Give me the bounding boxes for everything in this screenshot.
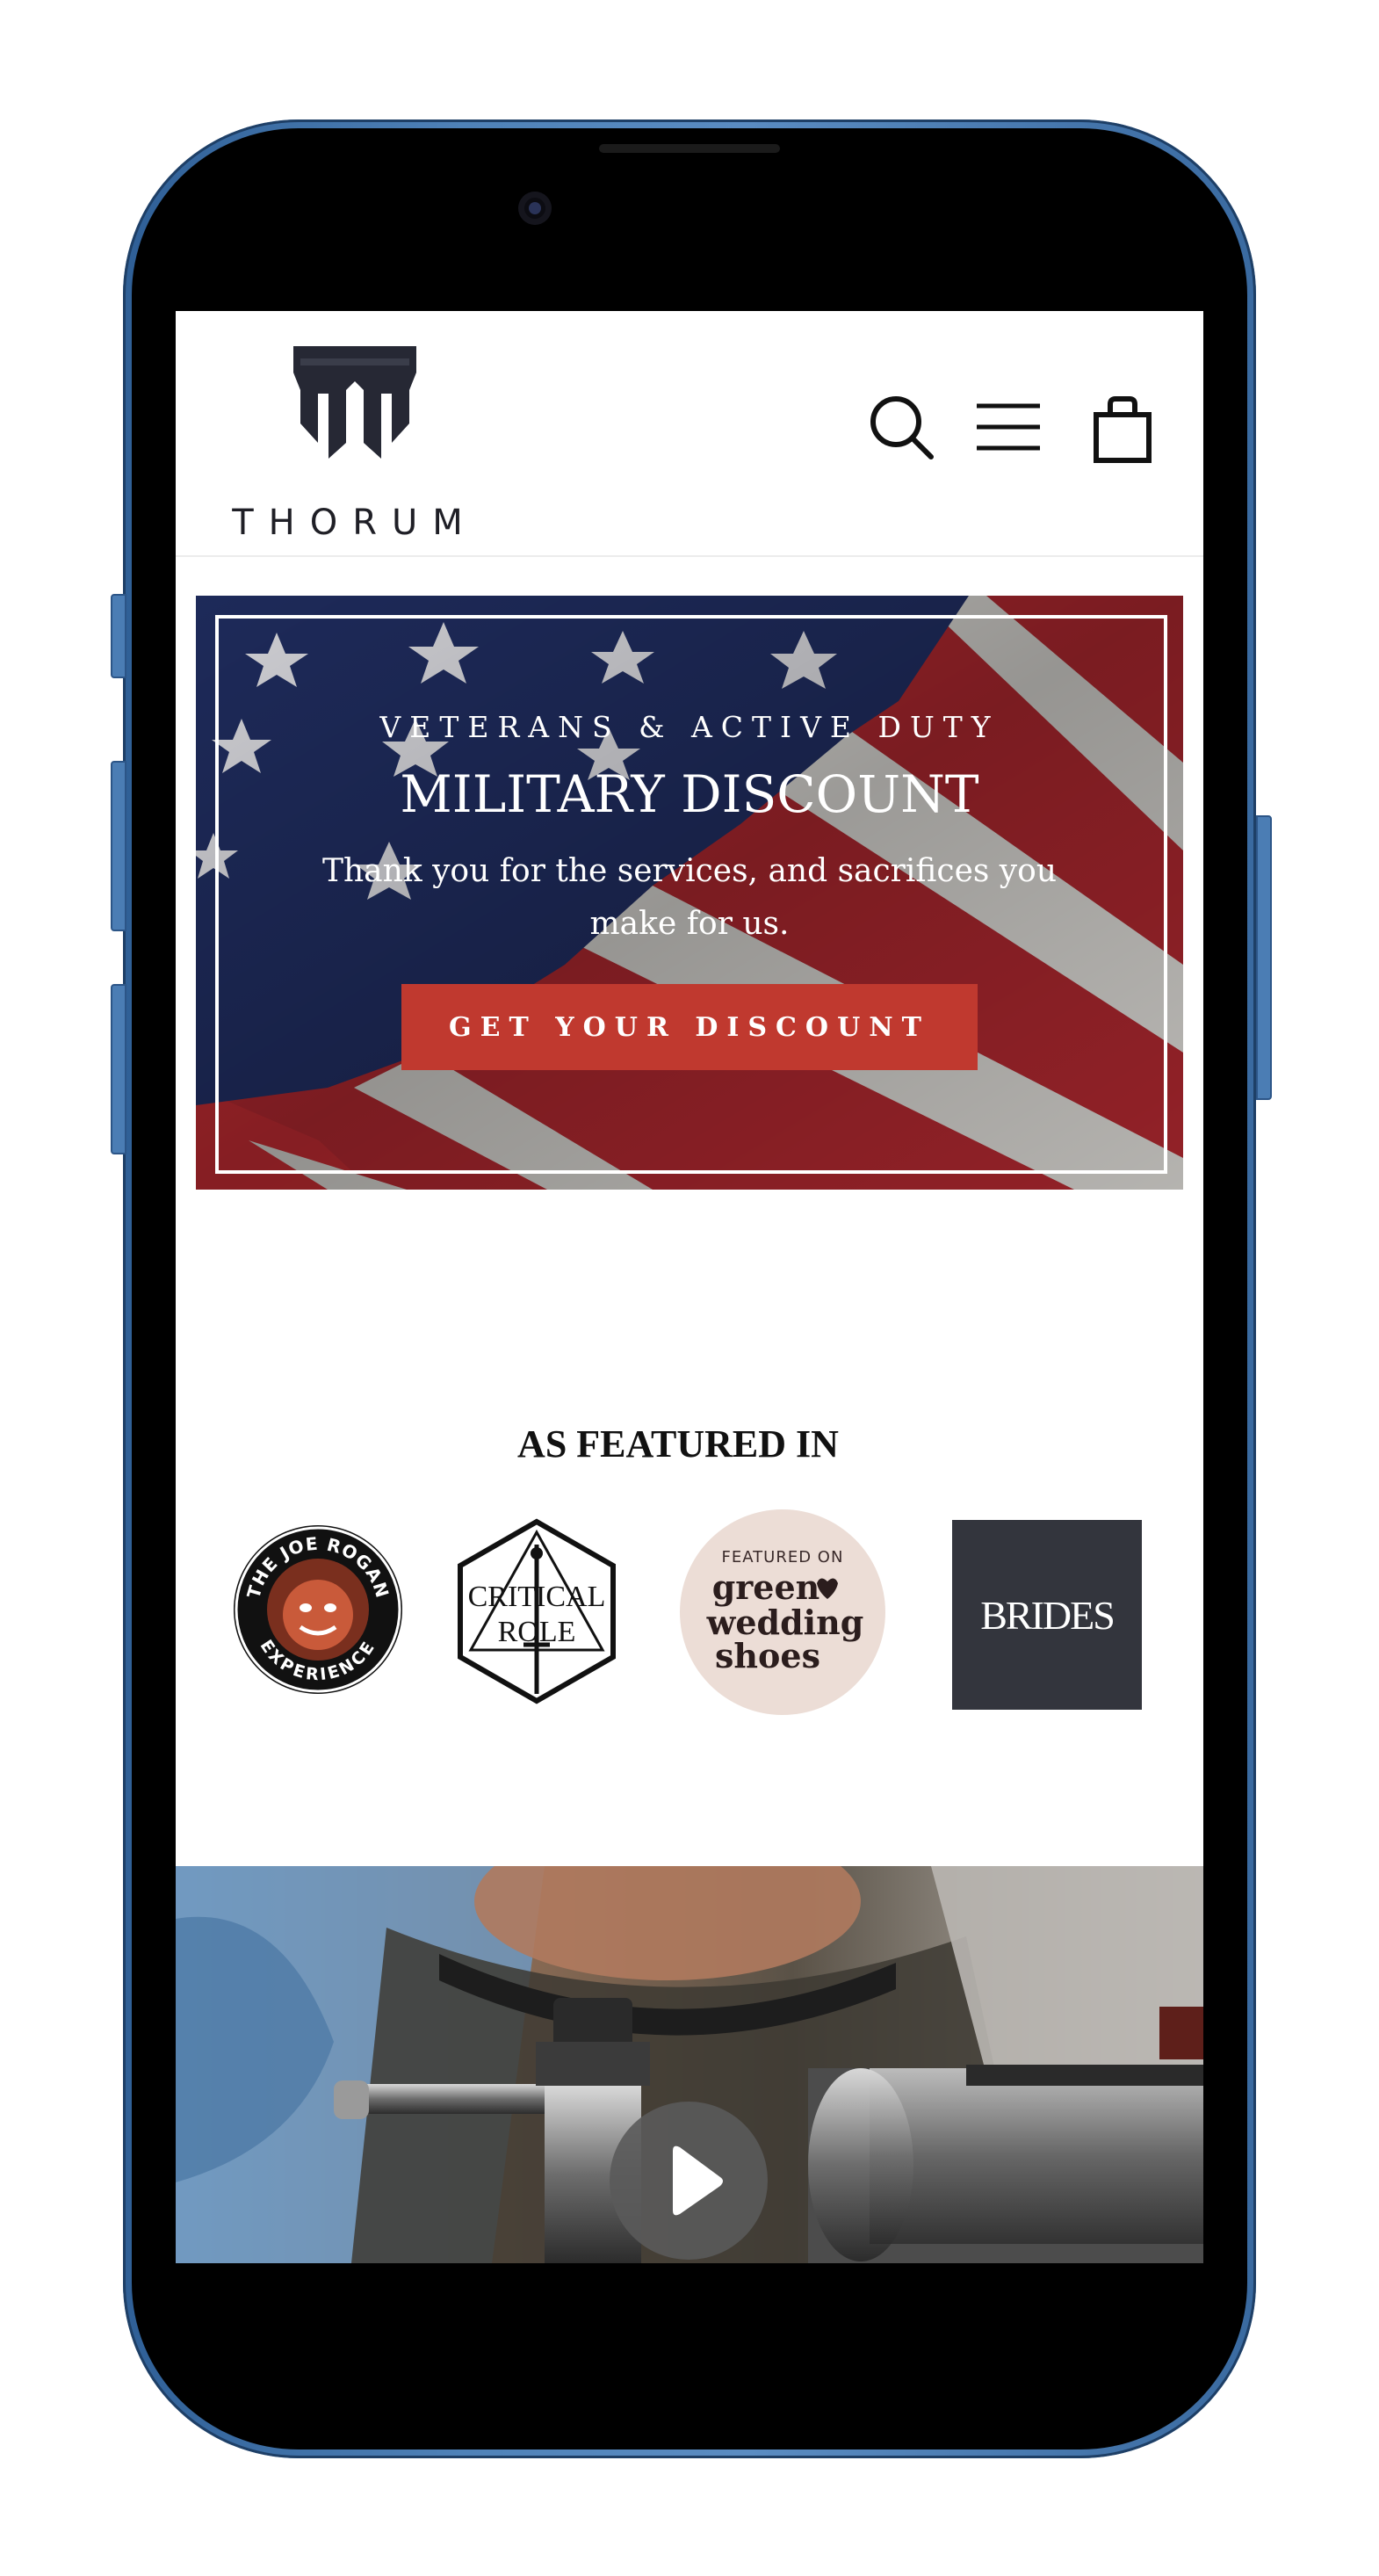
earpiece-speaker: [599, 144, 780, 153]
banner-kicker: VETERANS & ACTIVE DUTY: [379, 710, 1000, 744]
video-play-button[interactable]: [610, 2102, 768, 2260]
critical-role-logo[interactable]: CRITICAL ROLE: [453, 1518, 620, 1704]
gws-line1: green: [712, 1567, 820, 1607]
critical-role-line2: ROLE: [498, 1616, 576, 1648]
site-header: THORUM: [176, 311, 1203, 557]
banner-subtitle: Thank you for the services, and sacrific…: [321, 853, 1057, 942]
brides-logo[interactable]: BRIDES: [952, 1520, 1142, 1710]
military-discount-banner: VETERANS & ACTIVE DUTY MILITARY DISCOUNT…: [196, 596, 1183, 1190]
cart-icon[interactable]: [1087, 395, 1158, 466]
video-section[interactable]: [176, 1866, 1203, 2263]
phone-silent-switch: [111, 594, 126, 678]
play-icon: [673, 2145, 723, 2216]
front-camera: [518, 192, 552, 225]
gws-featured-on: FEATURED ON: [722, 1548, 844, 1567]
gws-line3: shoes: [715, 1636, 820, 1675]
logo-wordmark: THORUM: [232, 503, 478, 543]
joe-rogan-experience-logo[interactable]: THE JOE ROGAN EXPERIENCE: [232, 1523, 404, 1696]
phone-volume-down-button: [111, 984, 126, 1154]
thorum-logo-mark: [293, 346, 416, 459]
green-wedding-shoes-logo[interactable]: FEATURED ON green wedding shoes: [678, 1508, 887, 1717]
menu-icon[interactable]: [973, 392, 1043, 462]
phone-power-button: [1256, 815, 1272, 1100]
search-icon[interactable]: [866, 392, 936, 462]
get-discount-button[interactable]: GET YOUR DISCOUNT: [401, 984, 978, 1070]
featured-heading: AS FEATURED IN: [517, 1422, 839, 1465]
phone-screen: THORUM VETERANS & ACTIVE DUTY MILITARY D…: [176, 311, 1203, 2263]
banner-title: MILITARY DISCOUNT: [400, 764, 979, 824]
critical-role-line1: CRITICAL: [468, 1581, 606, 1613]
thorum-logo[interactable]: THORUM: [223, 346, 487, 543]
phone-volume-up-button: [111, 761, 126, 931]
brides-wordmark: BRIDES: [980, 1593, 1114, 1638]
